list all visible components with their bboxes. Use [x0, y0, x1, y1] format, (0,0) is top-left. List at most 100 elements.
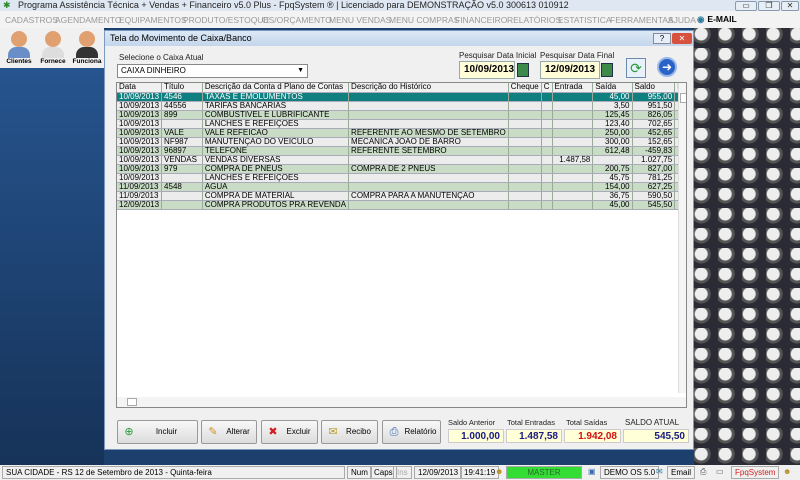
table-cell: 96897 [161, 146, 203, 156]
supplier-icon [45, 31, 61, 47]
table-cell: 1.487,58 [552, 155, 594, 165]
table-cell: COMPRA DE 2 PNEUS [348, 164, 509, 174]
table-cell: 545,50 [632, 200, 676, 210]
table-cell: 250,00 [592, 128, 633, 138]
table-cell: NF987 [161, 137, 203, 147]
menu-financeiro[interactable]: FINANCEIRO [455, 15, 507, 25]
refresh-button[interactable]: ⟳ [626, 58, 646, 78]
printer-icon[interactable]: ⎙ [700, 467, 706, 477]
status-email[interactable]: Email [667, 466, 696, 479]
table-row[interactable]: 11/09/2013 4548 AGUA 154,00 627,25 [117, 182, 686, 192]
table-cell [552, 200, 594, 210]
table-cell: 10/09/2013 [117, 92, 163, 102]
minimize-button[interactable]: ▭ [735, 1, 757, 11]
scroll-thumb[interactable] [127, 398, 137, 406]
restore-button[interactable]: ❐ [758, 1, 780, 11]
table-cell [508, 155, 542, 165]
table-cell: 10/09/2013 [117, 101, 163, 111]
menu-email[interactable]: ◉ E-MAIL [697, 14, 737, 24]
table-cell [161, 191, 203, 201]
table-cell: 10/09/2013 [117, 128, 163, 138]
table-row[interactable]: 10/09/2013 96897 TELEFONE REFERENTE SETEMBR… [117, 146, 686, 156]
close-button[interactable]: ✕ [781, 1, 799, 11]
table-cell [541, 137, 553, 147]
menu-agendamento[interactable]: AGENDAMENTO [55, 15, 121, 25]
column-header[interactable]: Título [161, 83, 203, 93]
column-header[interactable]: C [541, 83, 553, 93]
help-button[interactable]: ? [653, 33, 671, 44]
table-cell: 979 [161, 164, 203, 174]
table-row[interactable]: 10/09/2013 LANCHES E REFEIÇÕES 45,75 781,25 [117, 173, 686, 183]
table-row[interactable]: 10/09/2013 LANCHES E REFEIÇÕES 123,40 702,6… [117, 119, 686, 129]
table-cell: 590,50 [632, 191, 676, 201]
toolbar-funciona-button[interactable]: Funciona [70, 28, 104, 68]
table-row[interactable]: 10/09/2013 VENDAS VENDAS DIVERSAS 1.487,58 1… [117, 155, 686, 165]
total-entradas-value: 1.487,58 [506, 429, 562, 443]
edit-pencil-icon: ✎ [208, 426, 218, 438]
table-cell: 4548 [161, 182, 203, 192]
menu-compras[interactable]: MENU COMPRAS [389, 15, 459, 25]
window-title: Programa Assistência Técnica + Vendas + … [18, 0, 569, 10]
horizontal-scrollbar[interactable] [117, 397, 686, 407]
table-row[interactable]: 10/09/2013 NF987 MANUTENÇÃO DO VEÍCULO MECA… [117, 137, 686, 147]
table-row[interactable]: 10/09/2013 44556 TARIFAS BANCÁRIAS 3,50 951,… [117, 101, 686, 111]
recibo-button[interactable]: ✉ Recibo [321, 420, 378, 444]
table-cell [348, 155, 509, 165]
column-header[interactable]: Saída [592, 83, 633, 93]
table-row[interactable]: 10/09/2013 VALE VALE REFEICAO REFERENTE AO … [117, 128, 686, 138]
data-final-input[interactable]: 12/09/2013 [540, 61, 600, 79]
caixa-value: CAIXA DINHEIRO [121, 66, 186, 75]
table-cell [592, 155, 633, 165]
column-header[interactable]: Entrada [552, 83, 594, 93]
table-cell [552, 110, 594, 120]
cash-movement-dialog: Tela do Movimento de Caixa/Banco ? ✕ Sel… [104, 30, 694, 450]
menu-cadastros[interactable]: CADASTROS [5, 15, 58, 25]
table-cell: 899 [161, 110, 203, 120]
vertical-scrollbar[interactable] [678, 83, 686, 393]
app-logo-icon: ✱ [3, 0, 11, 10]
next-arrow-button[interactable]: ➜ [657, 57, 677, 77]
menu-ajuda[interactable]: AJUDA [668, 15, 696, 25]
calendar-icon[interactable] [517, 63, 529, 77]
scroll-thumb[interactable] [680, 93, 686, 103]
toolbar-clientes-button[interactable]: Clientes [2, 28, 36, 68]
toolbar-fornece-button[interactable]: Fornece [36, 28, 70, 68]
monitor-icon[interactable]: ▭ [716, 467, 724, 476]
table-cell: 152,65 [632, 137, 676, 147]
column-header[interactable]: Descrição do Histórico [348, 83, 509, 93]
data-inicial-input[interactable]: 10/09/2013 [459, 61, 515, 79]
email-icon: ✉ [656, 467, 663, 476]
menu-bar: CADASTROS AGENDAMENTO EQUIPAMENTOS PRODU… [0, 11, 800, 28]
column-header[interactable]: Saldo [632, 83, 676, 93]
table-cell: 300,00 [592, 137, 633, 147]
menu-estatistica[interactable]: ESTATISTICA [558, 15, 612, 25]
table-row[interactable]: 11/09/2013 COMPRA DE MATERIAL COMPRA PARA … [117, 191, 686, 201]
table-cell [508, 200, 542, 210]
menu-os-orcamento[interactable]: OS/ORÇAMENTO [262, 15, 332, 25]
menu-ferramentas[interactable]: FERRAMENTAS [610, 15, 674, 25]
column-header[interactable]: Descrição da Conta d Plano de Contas [202, 83, 350, 93]
incluir-button[interactable]: ⊕ Incluir [117, 420, 198, 444]
table-row[interactable]: 12/09/2013 COMPRA PRODUTOS PRA REVENDA 45,… [117, 200, 686, 210]
dialog-close-button[interactable]: ✕ [672, 33, 692, 44]
table-row[interactable]: 10/09/2013 979 COMPRA DE PNEUS COMPRA DE 2 … [117, 164, 686, 174]
column-header[interactable]: Cheque [508, 83, 542, 93]
caixa-select[interactable]: CAIXA DINHEIRO ▼ [117, 64, 308, 78]
menu-produto-estoque[interactable]: PRODUTO/ESTOQUE [183, 15, 269, 25]
table-cell: TARIFAS BANCÁRIAS [202, 101, 350, 111]
calendar-icon[interactable] [601, 63, 613, 77]
column-header[interactable]: Data [117, 83, 163, 93]
table-cell: LANCHES E REFEIÇÕES [202, 173, 350, 183]
table-cell [508, 182, 542, 192]
table-row[interactable]: 10/09/2013 899 COMBUSTÍVEL E LUBRIFICANTE 1… [117, 110, 686, 120]
table-cell: 11/09/2013 [117, 182, 163, 192]
excluir-button[interactable]: ✖ Excluir [261, 420, 318, 444]
menu-vendas[interactable]: MENU VENDAS [329, 15, 391, 25]
table-row[interactable]: 10/09/2013 4546 TAXAS E EMOLUMENTOS 45,00 95… [117, 92, 686, 102]
alterar-button[interactable]: ✎ Alterar [201, 420, 257, 444]
table-cell [161, 200, 203, 210]
table-cell: REFERENTE AO MESMO DE SETEMBRO [348, 128, 509, 138]
menu-equipamentos[interactable]: EQUIPAMENTOS [119, 15, 187, 25]
relatorio-button[interactable]: ⎙ Relatório [382, 420, 441, 444]
menu-relatorios[interactable]: RELATÓRIOS [507, 15, 561, 25]
